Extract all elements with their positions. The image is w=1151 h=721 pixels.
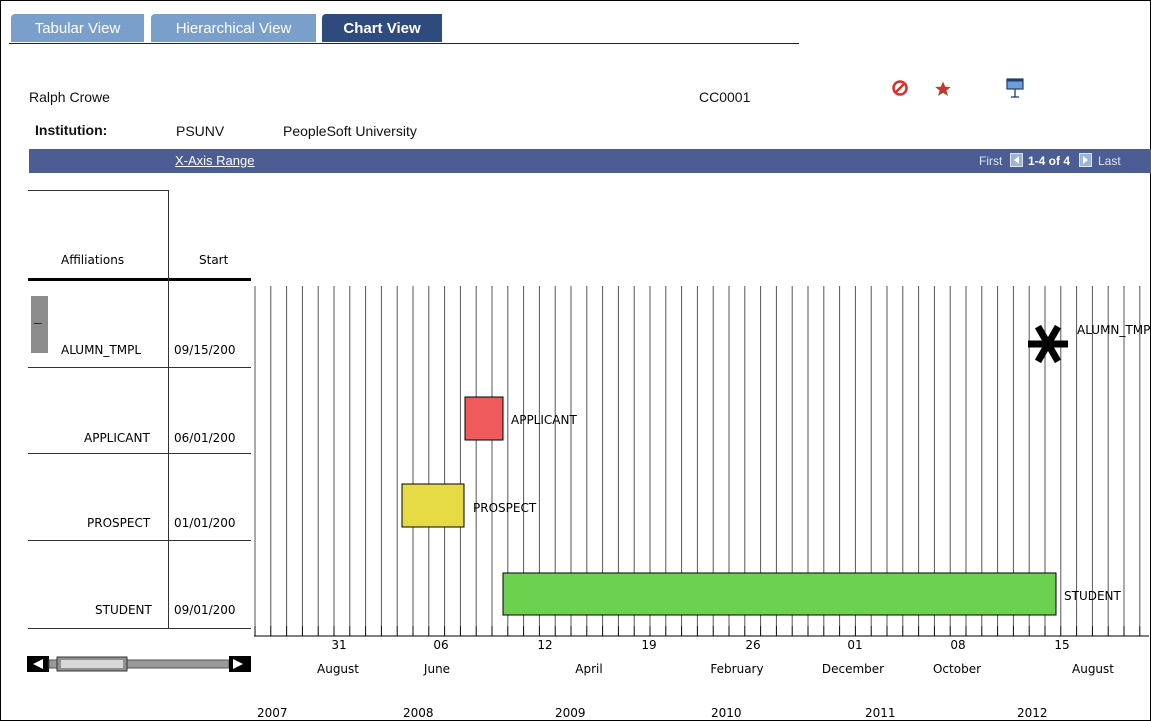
milestone-asterisk-icon	[1028, 324, 1068, 364]
grid-row-rule	[28, 453, 251, 454]
tab-divider	[9, 43, 799, 44]
tab-chart-view[interactable]: Chart View	[322, 14, 442, 42]
first-link[interactable]: First	[979, 154, 1002, 168]
x-axis-month-label: December	[822, 662, 884, 676]
start-cell: 09/15/200	[174, 343, 236, 357]
grid-row-rule	[28, 540, 251, 541]
collapse-label: –	[34, 314, 42, 330]
pager-count: 1-4 of 4	[1028, 154, 1071, 168]
x-axis-month-label: February	[710, 662, 763, 676]
gantt-bar-student	[502, 572, 1057, 616]
x-axis-month-label: August	[317, 662, 359, 676]
star-icon[interactable]	[934, 80, 952, 98]
grid-bottom-rule	[28, 628, 251, 629]
x-axis-month-label: August	[1072, 662, 1114, 676]
gantt-bar-prospect	[401, 483, 465, 528]
start-cell: 01/01/200	[174, 516, 236, 530]
x-axis-month-label: April	[575, 662, 602, 676]
x-axis-month-label: June	[423, 662, 450, 676]
gantt-bar-applicant	[464, 396, 504, 441]
x-axis-range-link[interactable]: X-Axis Range	[175, 153, 254, 168]
previous-arrow-icon[interactable]	[1010, 153, 1023, 167]
x-axis-day-label: 08	[950, 638, 965, 652]
milestone-label: ALUMN_TMPL	[1077, 323, 1151, 337]
person-id: CC0001	[699, 89, 751, 105]
x-axis-year-label: 2008	[403, 706, 434, 720]
gantt-chart: APPLICANT PROSPECT STUDENT ALUMN_TMPL 31 06 1…	[254, 286, 1151, 720]
x-axis-year-label: 2007	[257, 706, 288, 720]
affiliations-header: Affiliations	[61, 253, 125, 267]
grid-top-rule	[28, 190, 168, 191]
x-axis-day-label: 31	[331, 638, 346, 652]
x-axis-year-label: 2010	[711, 706, 742, 720]
affiliation-cell: PROSPECT	[87, 516, 151, 530]
institution-name: PeopleSoft University	[283, 123, 417, 139]
x-axis-year-label: 2012	[1017, 706, 1048, 720]
start-cell: 06/01/200	[174, 431, 236, 445]
x-axis-day-label: 12	[537, 638, 552, 652]
gantt-bar-label: APPLICANT	[511, 413, 577, 427]
collapse-button[interactable]: –	[31, 296, 48, 353]
presentation-icon[interactable]	[1005, 77, 1025, 99]
institution-code: PSUNV	[176, 123, 225, 139]
grid-column-divider	[168, 190, 169, 629]
gantt-bar-label: STUDENT	[1064, 589, 1122, 603]
grid-toolbar: X-Axis Range First 1-4 of 4 Last	[29, 149, 1151, 173]
last-link[interactable]: Last	[1098, 154, 1121, 168]
x-axis-year-label: 2011	[865, 706, 896, 720]
x-axis-day-label: 01	[847, 638, 862, 652]
affiliation-cell: STUDENT	[95, 603, 152, 617]
x-axis-day-label: 26	[745, 638, 760, 652]
x-axis-day-label: 15	[1054, 638, 1069, 652]
x-axis-month-label: October	[933, 662, 981, 676]
start-cell: 09/01/200	[174, 603, 236, 617]
next-arrow-icon[interactable]	[1079, 153, 1092, 167]
institution-label: Institution:	[35, 122, 108, 138]
affiliation-cell: ALUMN_TMPL	[61, 343, 142, 357]
start-header: Start	[199, 253, 229, 267]
x-axis-year-label: 2009	[555, 706, 586, 720]
grid-header-rule	[28, 278, 251, 281]
tab-tabular-view[interactable]: Tabular View	[11, 14, 144, 42]
horizontal-scrollbar[interactable]	[27, 656, 251, 672]
x-axis-day-label: 06	[433, 638, 448, 652]
chart-view-page: Tabular View Hierarchical View Chart Vie…	[0, 0, 1151, 721]
grid-row-rule	[28, 367, 251, 368]
gantt-bar-label: PROSPECT	[473, 501, 537, 515]
person-name: Ralph Crowe	[29, 89, 110, 105]
x-axis-day-label: 19	[641, 638, 656, 652]
tab-hierarchical-view[interactable]: Hierarchical View	[151, 14, 316, 42]
affiliation-cell: APPLICANT	[84, 431, 150, 445]
prohibit-icon[interactable]	[891, 79, 909, 97]
